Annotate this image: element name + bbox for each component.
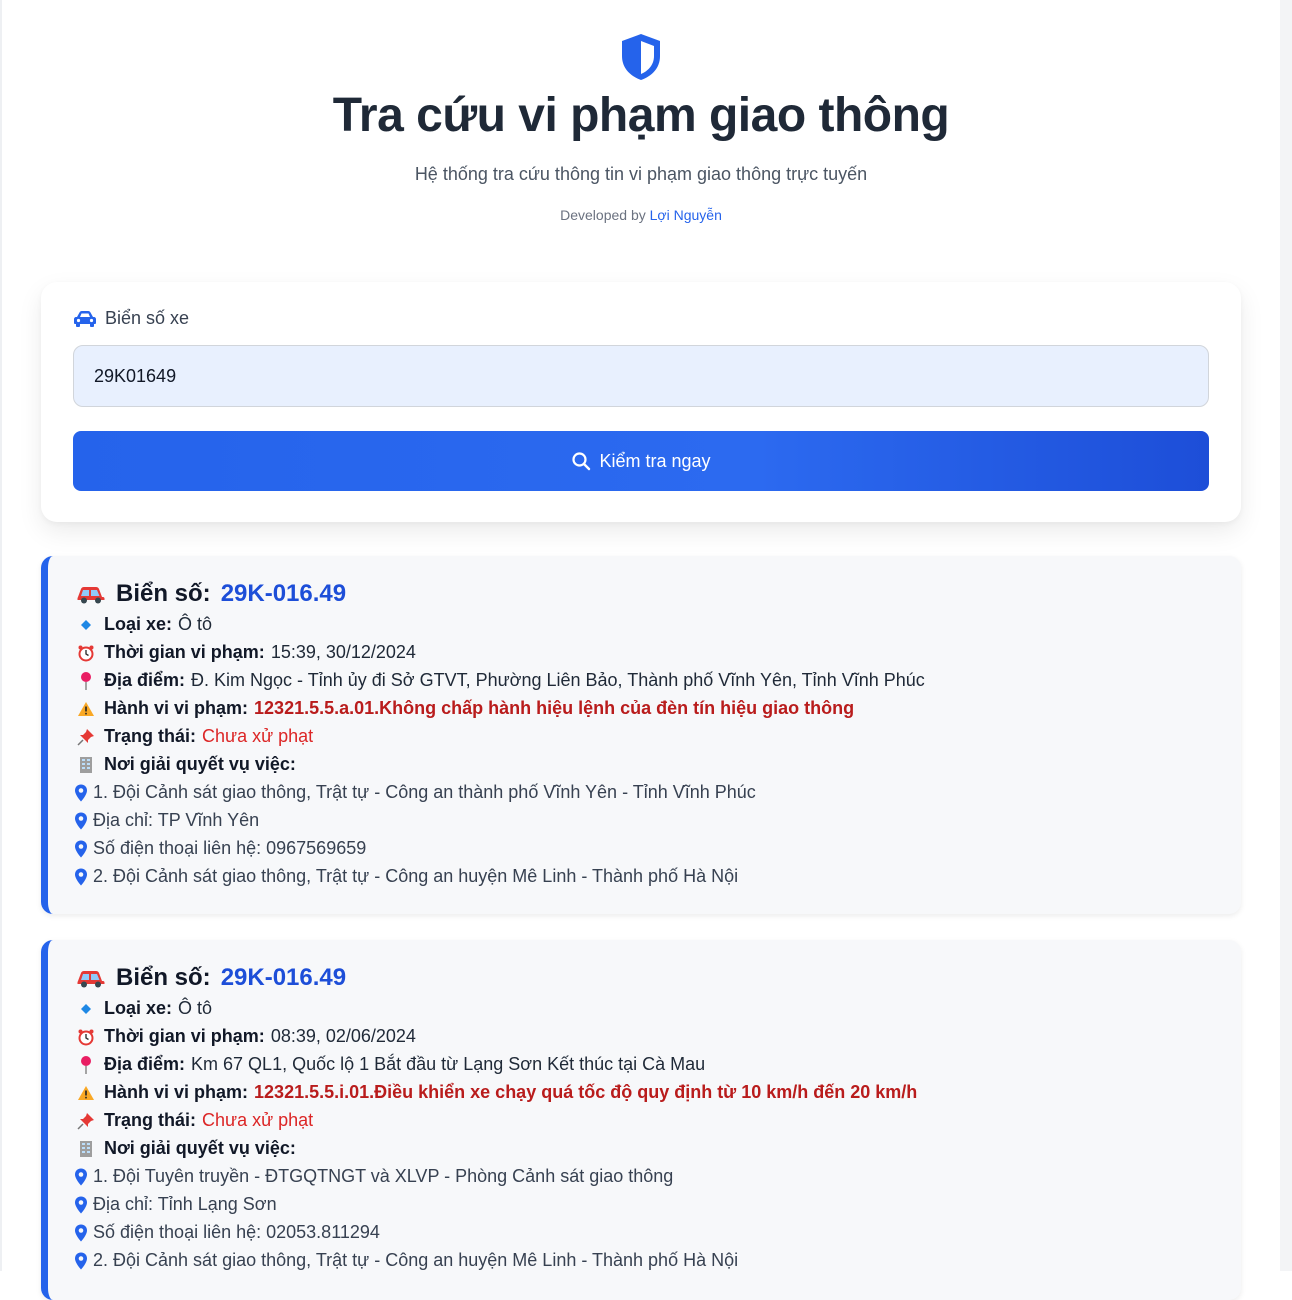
vehicle-label: Loại xe: — [104, 998, 173, 1018]
resolve-line-text: 1. Đội Cảnh sát giao thông, Trật tự - Cô… — [93, 782, 756, 802]
search-card: Biển số xe Kiểm tra ngay — [41, 282, 1241, 522]
map-marker-icon — [75, 1196, 87, 1213]
resolve-line: Số điện thoại liên hệ: 02053.811294 — [74, 1222, 380, 1243]
page-title: Tra cứu vi phạm giao thông — [332, 89, 950, 142]
shield-icon — [622, 34, 660, 80]
check-now-button-label: Kiểm tra ngay — [599, 450, 711, 471]
office-building-icon — [76, 755, 96, 775]
map-marker-icon — [75, 1224, 87, 1241]
round-pushpin-icon — [76, 671, 96, 691]
warning-icon — [76, 1083, 96, 1103]
time-label: Thời gian vi phạm: — [104, 1026, 265, 1046]
resolve-line: Địa chỉ: TP Vĩnh Yên — [74, 810, 259, 831]
time-value: 15:39, 30/12/2024 — [270, 642, 416, 662]
place-row: Địa điểm: Km 67 QL1, Quốc lộ 1 Bắt đầu t… — [76, 1054, 705, 1075]
time-row: Thời gian vi phạm: 15:39, 30/12/2024 — [76, 642, 416, 663]
pushpin-icon — [76, 727, 96, 747]
map-marker-icon — [75, 1168, 87, 1185]
time-label: Thời gian vi phạm: — [104, 642, 265, 662]
map-marker-icon — [75, 840, 87, 857]
map-marker-icon — [75, 784, 87, 801]
alarm-clock-icon — [76, 1027, 96, 1047]
warning-icon — [76, 699, 96, 719]
status-value: Chưa xử phạt — [202, 726, 314, 746]
place-value: Đ. Kim Ngọc - Tỉnh ủy đi Sở GTVT, Phường… — [191, 670, 925, 690]
plate-field-label-text: Biển số xe — [105, 308, 190, 328]
card-title: Biển số: 29K-016.49 — [76, 964, 346, 992]
status-row: Trạng thái: Chưa xử phạt — [76, 1110, 313, 1131]
violation-label: Hành vi vi phạm: — [104, 698, 249, 718]
developer-credit-label: Developed by — [560, 207, 646, 223]
map-marker-icon — [75, 868, 87, 885]
resolve-line-text: Số điện thoại liên hệ: 02053.811294 — [93, 1222, 380, 1242]
plate-label: Biển số: — [116, 580, 211, 607]
resolve-line-text: 2. Đội Cảnh sát giao thông, Trật tự - Cô… — [93, 866, 739, 886]
round-pushpin-icon — [76, 1055, 96, 1075]
page-edge-left — [0, 0, 2, 1271]
violation-row: Hành vi vi phạm: 12321.5.5.a.01.Không ch… — [76, 698, 854, 719]
violation-row: Hành vi vi phạm: 12321.5.5.i.01.Điều khi… — [76, 1082, 917, 1103]
vehicle-value: Ô tô — [178, 998, 213, 1018]
page-scrollbar-track[interactable] — [1280, 0, 1292, 1271]
vehicle-row: Loại xe: Ô tô — [76, 614, 212, 635]
resolve-row: Nơi giải quyết vụ việc: — [76, 754, 302, 775]
vehicle-value: Ô tô — [178, 614, 213, 634]
plate-label: Biển số: — [116, 964, 211, 991]
car-emoji-icon — [77, 971, 105, 988]
place-value: Km 67 QL1, Quốc lộ 1 Bắt đầu từ Lạng Sơn… — [191, 1054, 706, 1074]
alarm-clock-icon — [76, 643, 96, 663]
page-subtitle: Hệ thống tra cứu thông tin vi phạm giao … — [414, 164, 868, 184]
check-now-button[interactable]: Kiểm tra ngay — [73, 431, 1209, 491]
place-label: Địa điểm: — [104, 670, 186, 690]
pushpin-icon — [76, 1111, 96, 1131]
violation-value: 12321.5.5.a.01.Không chấp hành hiệu lệnh… — [254, 698, 855, 718]
plate-number: 29K-016.49 — [220, 580, 347, 607]
resolve-line-text: 2. Đội Cảnh sát giao thông, Trật tự - Cô… — [93, 1250, 739, 1270]
status-value: Chưa xử phạt — [202, 1110, 314, 1130]
place-row: Địa điểm: Đ. Kim Ngọc - Tỉnh ủy đi Sở GT… — [76, 670, 925, 691]
map-marker-icon — [75, 812, 87, 829]
resolve-line-text: Địa chỉ: TP Vĩnh Yên — [93, 810, 260, 830]
plate-field-label: Biển số xe — [73, 308, 189, 329]
time-row: Thời gian vi phạm: 08:39, 02/06/2024 — [76, 1026, 416, 1047]
search-icon — [572, 452, 591, 471]
resolve-label: Nơi giải quyết vụ việc: — [104, 754, 296, 774]
resolve-line-text: Địa chỉ: Tỉnh Lạng Sơn — [93, 1194, 277, 1214]
resolve-row: Nơi giải quyết vụ việc: — [76, 1138, 302, 1159]
developer-credit: Developed by Lợi Nguyễn — [0, 207, 1282, 223]
violation-card: Biển số: 29K-016.49 Loại xe: Ô tô Thời g… — [41, 940, 1241, 1300]
violation-value: 12321.5.5.i.01.Điều khiển xe chạy quá tố… — [254, 1082, 918, 1102]
resolve-line: 2. Đội Cảnh sát giao thông, Trật tự - Cô… — [74, 1250, 738, 1271]
resolve-line-text: 1. Đội Tuyên truyền - ĐTGQTNGT và XLVP -… — [93, 1166, 674, 1186]
place-label: Địa điểm: — [104, 1054, 186, 1074]
resolve-label: Nơi giải quyết vụ việc: — [104, 1138, 296, 1158]
resolve-line: 2. Đội Cảnh sát giao thông, Trật tự - Cô… — [74, 866, 738, 887]
resolve-line: Địa chỉ: Tỉnh Lạng Sơn — [74, 1194, 277, 1215]
resolve-line: 1. Đội Tuyên truyền - ĐTGQTNGT và XLVP -… — [74, 1166, 673, 1187]
resolve-line-text: Số điện thoại liên hệ: 0967569659 — [93, 838, 367, 858]
violation-label: Hành vi vi phạm: — [104, 1082, 249, 1102]
office-building-icon — [76, 1139, 96, 1159]
vehicle-label: Loại xe: — [104, 614, 173, 634]
diamond-icon — [76, 615, 96, 635]
resolve-line: Số điện thoại liên hệ: 0967569659 — [74, 838, 366, 859]
diamond-icon — [76, 999, 96, 1019]
car-icon — [74, 310, 96, 327]
resolve-line: 1. Đội Cảnh sát giao thông, Trật tự - Cô… — [74, 782, 756, 803]
violation-card: Biển số: 29K-016.49 Loại xe: Ô tô Thời g… — [41, 556, 1241, 914]
author-link[interactable]: Lợi Nguyễn — [650, 207, 722, 223]
plate-number: 29K-016.49 — [220, 964, 347, 991]
card-title: Biển số: 29K-016.49 — [76, 580, 346, 608]
status-label: Trạng thái: — [104, 726, 197, 746]
status-row: Trạng thái: Chưa xử phạt — [76, 726, 313, 747]
car-emoji-icon — [77, 587, 105, 604]
time-value: 08:39, 02/06/2024 — [270, 1026, 416, 1046]
status-label: Trạng thái: — [104, 1110, 197, 1130]
vehicle-row: Loại xe: Ô tô — [76, 998, 212, 1019]
plate-input[interactable] — [73, 345, 1209, 407]
map-marker-icon — [75, 1252, 87, 1269]
